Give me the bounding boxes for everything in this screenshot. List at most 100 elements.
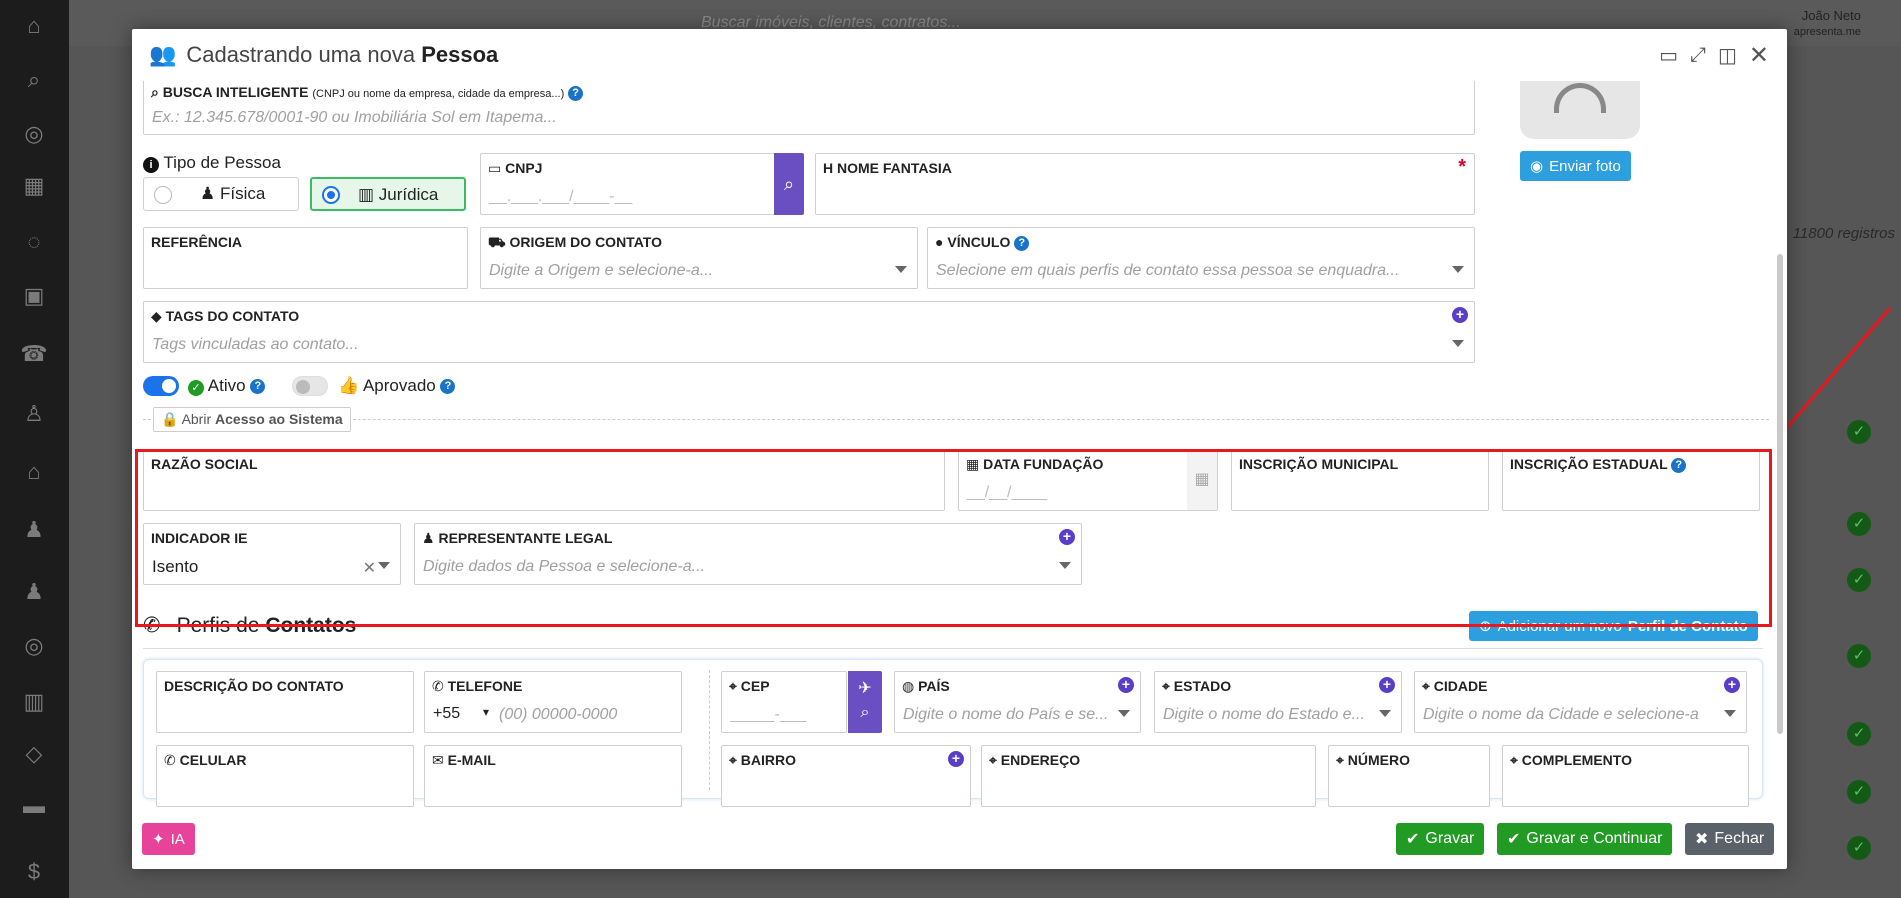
contact-description-field[interactable]: DESCRIÇÃO DO CONTATO xyxy=(156,671,414,733)
info-icon: ● xyxy=(935,234,944,250)
add-city-icon: + xyxy=(1724,677,1740,693)
chevron-down-icon xyxy=(1452,266,1464,273)
status-check-icon: ✓ xyxy=(1847,644,1871,668)
help-icon: ? xyxy=(250,379,266,395)
map-marker-icon: ⌖ xyxy=(1336,752,1344,768)
radio-juridica[interactable]: ▥ Jurídica xyxy=(310,177,466,211)
people-icon[interactable]: ♟ xyxy=(20,516,48,544)
map-marker-icon: ⌖ xyxy=(1510,752,1518,768)
folder-icon[interactable]: ▬ xyxy=(20,792,48,820)
ddi-select: +55 xyxy=(433,705,461,722)
people-alt-icon[interactable]: ♟ xyxy=(20,578,48,606)
chevron-down-icon xyxy=(1379,710,1391,717)
money-icon[interactable]: $ xyxy=(20,858,48,886)
cep-field[interactable]: ⌖ CEP _____-___ xyxy=(721,671,847,733)
smart-search-field[interactable]: ⌕ BUSCA INTELIGENTE (CNPJ ou nome da emp… xyxy=(143,81,1475,135)
close-circle-icon: ✖ xyxy=(1695,831,1709,848)
chevron-down-icon xyxy=(1118,710,1130,717)
chevron-down-icon xyxy=(895,266,907,273)
divider xyxy=(143,419,1769,420)
window-restore-icon[interactable]: ▭ xyxy=(1659,43,1678,68)
tag-icon: ◆ xyxy=(151,308,162,324)
check-circle-icon: ✔ xyxy=(1406,831,1420,848)
modal-header: 👥 Cadastrando uma nova Pessoa ▭ ⤢ ◫ ✕ xyxy=(132,29,1787,81)
help-icon: ? xyxy=(1014,235,1030,251)
active-label: ✓ Ativo ? xyxy=(188,376,266,396)
modal-body: ⌕ BUSCA INTELIGENTE (CNPJ ou nome da emp… xyxy=(132,81,1775,809)
thumbs-up-icon: 👍 xyxy=(338,376,360,395)
home-logo-icon[interactable]: ⌂ xyxy=(20,12,48,40)
phone-icon[interactable]: ☎ xyxy=(20,340,48,368)
status-check-icon: ✓ xyxy=(1847,780,1871,804)
cnpj-field[interactable]: ▭ CNPJ __.___.___/____-__ xyxy=(480,153,785,215)
phone-icon: ✆ xyxy=(432,678,444,694)
chart-icon[interactable]: ▥ xyxy=(20,688,48,716)
search-icon[interactable]: ⌕ xyxy=(20,66,48,94)
photo-placeholder xyxy=(1520,81,1640,139)
user-icon[interactable]: ♙ xyxy=(20,400,48,428)
modal-scrollbar[interactable] xyxy=(1777,254,1783,734)
phone-icon: ✆ xyxy=(164,752,176,768)
radio-fisica[interactable]: ♟ Física xyxy=(143,177,299,211)
add-neighborhood-icon: + xyxy=(948,751,964,767)
reference-field[interactable]: REFERÊNCIA xyxy=(143,227,468,289)
tag-icon[interactable]: ◇ xyxy=(20,740,48,768)
chevron-down-icon xyxy=(1452,340,1464,347)
email-field[interactable]: ✉ E-MAIL xyxy=(424,745,682,807)
sparkles-icon: ✦ xyxy=(152,831,165,848)
map-marker-icon: ⌖ xyxy=(1422,678,1430,694)
close-button[interactable]: ✖ Fechar xyxy=(1685,823,1775,855)
open-system-access-button[interactable]: 🔒 Abrir Acesso ao Sistema xyxy=(153,407,351,432)
country-select[interactable]: ◍ PAÍS Digite o nome do País e se... + xyxy=(894,671,1141,733)
check-circle-icon: ✔ xyxy=(1507,831,1521,848)
search-alt-icon[interactable]: ◎ xyxy=(20,120,48,148)
app-sidebar: ⌂ ⌕ ◎ ▦ ◌ ▣ ☎ ♙ ⌂ ♟ ♟ ◎ ▥ ◇ ▬ $ xyxy=(0,0,69,898)
trade-name-field[interactable]: H NOME FANTASIA * xyxy=(815,153,1475,215)
number-field[interactable]: ⌖ NÚMERO xyxy=(1328,745,1490,807)
contact-tags-select[interactable]: ◆ TAGS DO CONTATO Tags vinculadas ao con… xyxy=(143,301,1475,363)
user-menu[interactable]: João Neto apresenta.me xyxy=(1794,8,1861,40)
approved-label: 👍 Aprovado ? xyxy=(338,376,456,396)
whatsapp-icon[interactable]: ◌ xyxy=(20,228,48,256)
mail-service-icon: ✈ xyxy=(858,680,872,697)
save-button[interactable]: ✔ Gravar xyxy=(1396,823,1485,855)
dashboard-icon[interactable]: ▦ xyxy=(20,172,48,200)
active-toggle[interactable] xyxy=(143,376,179,396)
phone-field[interactable]: ✆ TELEFONE +55 ▾ (00) 00000-0000 xyxy=(424,671,682,733)
close-icon[interactable]: ✕ xyxy=(1749,41,1769,70)
city-select[interactable]: ⌖ CIDADE Digite o nome da Cidade e selec… xyxy=(1414,671,1747,733)
address-field[interactable]: ⌖ ENDEREÇO xyxy=(981,745,1316,807)
contact-origin-select[interactable]: ⛟ ORIGEM DO CONTATO Digite a Origem e se… xyxy=(480,227,918,289)
save-continue-button[interactable]: ✔ Gravar e Continuar xyxy=(1497,823,1673,855)
camera-icon: ◉ xyxy=(1530,158,1544,175)
cep-search-button[interactable]: ✈ ⌕ xyxy=(848,671,882,733)
chevron-down-icon: ▾ xyxy=(483,705,490,719)
target-icon[interactable]: ◎ xyxy=(20,632,48,660)
status-check-icon: ✓ xyxy=(1847,512,1871,536)
neighborhood-select[interactable]: ⌖ BAIRRO + xyxy=(721,745,971,807)
expand-icon[interactable]: ⤢ xyxy=(1690,44,1706,67)
link-profile-select[interactable]: ● VÍNCULO ? Selecione em quais perfis de… xyxy=(927,227,1475,289)
building-icon: ▥ xyxy=(358,185,375,204)
people-icon: 👥 xyxy=(149,42,177,67)
help-icon: ? xyxy=(440,379,456,395)
complement-field[interactable]: ⌖ COMPLEMENTO xyxy=(1502,745,1749,807)
info-icon: i xyxy=(143,157,159,173)
status-check-icon: ✓ xyxy=(1847,568,1871,592)
send-photo-button[interactable]: ◉ Enviar foto xyxy=(1520,151,1631,181)
add-state-icon: + xyxy=(1379,677,1395,693)
robot-icon[interactable]: ▣ xyxy=(20,282,48,310)
map-marker-icon: ⌖ xyxy=(729,678,737,694)
required-marker: * xyxy=(1458,156,1466,178)
ai-button[interactable]: ✦ IA xyxy=(142,823,195,855)
house-icon[interactable]: ⌂ xyxy=(20,458,48,486)
person-type-label: i Tipo de Pessoa xyxy=(143,153,281,173)
sidebar-panel-icon[interactable]: ◫ xyxy=(1718,43,1737,68)
mobile-field[interactable]: ✆ CELULAR xyxy=(156,745,414,807)
cnpj-search-button[interactable]: ⌕ xyxy=(774,153,804,215)
origin-icon: ⛟ xyxy=(488,234,506,250)
chevron-down-icon xyxy=(1724,710,1736,717)
state-select[interactable]: ⌖ ESTADO Digite o nome do Estado e... + xyxy=(1154,671,1402,733)
approved-toggle[interactable] xyxy=(292,376,328,396)
add-country-icon: + xyxy=(1118,677,1134,693)
